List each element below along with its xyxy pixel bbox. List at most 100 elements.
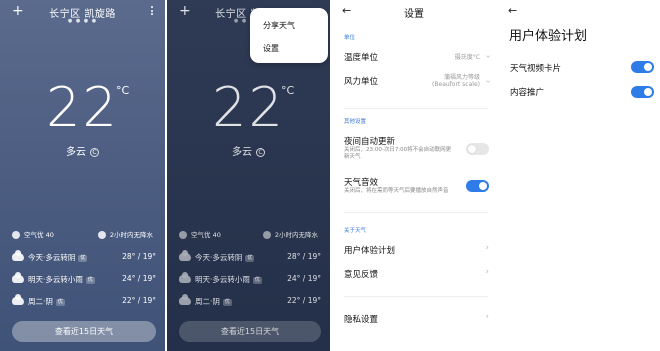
night-update-toggle[interactable] [466,143,489,155]
more-icon[interactable] [151,6,154,17]
wind-unit-value[interactable]: 蒲福风力等级 (Beaufort scale) [432,74,480,88]
night-update-desc: 关闭后，23:00-次日7:00将不会自动联网更新天气 [344,147,452,160]
forecast-day-label: 周二·阴 [195,297,220,306]
forecast-day-label: 明天·多云转小雨 [28,275,83,284]
overflow-menu: 分享天气 设置 [250,8,328,63]
aqi-tag: 优 [222,298,232,306]
content-promo-label: 内容推广 [510,88,545,98]
page-indicator: ● ● ● ● [67,18,98,24]
cloud-rain-icon [12,272,24,283]
current-condition: 多云 C [0,143,165,158]
chevron-updown-icon: › [482,54,493,59]
chevron-right-icon: › [485,312,489,322]
forecast-row[interactable]: 今天·多云转阴优 28° / 19° [12,250,156,266]
feedback-item[interactable]: 意见反馈 [344,268,378,280]
sound-effect-label: 天气音效 [344,178,379,188]
wind-unit-value-line2: (Beaufort scale) [432,81,480,88]
temp-unit-value[interactable]: 摄氏度°C [455,54,480,61]
forecast-temps: 28° / 19° [122,252,156,261]
ux-plan-item[interactable]: 用户体验计划 [344,244,395,256]
forecast-day-label: 周二·阴 [28,297,53,306]
ux-header: ← [498,5,660,19]
temperature-unit: °C [116,84,130,97]
rain-forecast-label[interactable]: 2小时内无降水 [110,231,153,239]
aqi-tag: 优 [252,276,262,284]
condition-badge-icon: C [256,147,265,157]
raindrop-icon [97,231,106,239]
wind-unit-label[interactable]: 风力单位 [344,75,378,87]
cloud-icon [179,294,191,305]
forecast-temps: 22° / 19° [122,296,156,305]
video-card-toggle[interactable] [631,61,654,73]
air-quality-row: 空气优 40 2小时内无降水 [12,229,153,241]
forecast-temps: 22° / 19° [287,296,321,305]
chevron-updown-icon: › [482,79,493,84]
section-other: 其他设置 [344,119,367,125]
forecast-temps: 24° / 19° [122,274,156,283]
leaf-icon [12,231,20,239]
toggle-knob [468,145,476,153]
wind-unit-value-line1: 蒲福风力等级 [443,74,480,81]
rain-forecast-label[interactable]: 2小时内无降水 [275,231,318,239]
leaf-icon [179,231,187,239]
air-quality-label[interactable]: 空气优 40 [191,231,221,239]
cloud-icon [12,250,24,261]
forecast-day-label: 今天·多云转阴 [28,253,76,262]
forecast-day-label: 明天·多云转小雨 [195,275,250,284]
aqi-tag: 优 [245,254,255,262]
menu-item-share[interactable]: 分享天气 [263,20,295,31]
weather-top-bar: + 长宁区 凯旋路 ● ● ● ● [0,4,165,24]
chevron-right-icon: › [485,243,489,253]
aqi-tag: 优 [85,276,95,284]
condition-badge-icon: C [90,147,99,157]
video-card-label: 天气视频卡片 [510,64,562,74]
temp-unit-label[interactable]: 温度单位 [344,51,378,63]
forecast-row[interactable]: 周二·阴优 22° / 19° [179,294,321,310]
condition-label: 多云 [66,147,86,158]
cloud-rain-icon [179,272,191,283]
forecast-row[interactable]: 今天·多云转阴优 28° / 19° [179,250,321,266]
menu-item-settings[interactable]: 设置 [263,43,279,54]
toggle-knob [644,88,652,96]
forecast-row[interactable]: 周二·阴优 22° / 19° [12,294,156,310]
air-quality-label[interactable]: 空气优 40 [24,231,54,239]
current-temperature: 22 [46,76,119,139]
condition-label: 多云 [232,147,252,158]
privacy-item[interactable]: 隐私设置 [344,313,378,325]
sound-effect-desc: 关闭后，将在需而等天气后要播放自然声音 [344,188,449,194]
forecast-15-day-button[interactable]: 查看近15日天气 [179,321,321,342]
toggle-knob [479,182,487,190]
forecast-temps: 28° / 19° [287,252,321,261]
air-quality-row: 空气优 40 2小时内无降水 [179,229,318,241]
back-arrow-icon[interactable]: ← [508,5,517,17]
ux-plan-screen: ← 用户体验计划 天气视频卡片 内容推广 [498,0,660,351]
divider [344,296,488,297]
divider [344,212,488,213]
section-units: 单位 [344,35,356,41]
settings-screen: ← 设置 单位 温度单位 摄氏度°C › 风力单位 蒲福风力等级 (Beaufo… [332,0,496,351]
aqi-tag: 优 [78,254,88,262]
sound-effect-toggle[interactable] [466,180,489,192]
section-about: 关于天气 [344,228,367,234]
night-update-label: 夜间自动更新 [344,137,396,147]
forecast-15-day-button[interactable]: 查看近15日天气 [12,321,156,342]
chevron-right-icon: › [485,267,489,277]
current-temperature: 22 [212,76,285,139]
page-title: 设置 [404,9,424,20]
forecast-row[interactable]: 明天·多云转小雨优 24° / 19° [12,272,156,288]
forecast-temps: 24° / 19° [287,274,321,283]
current-condition: 多云 C [167,143,330,158]
page-title: 用户体验计划 [509,29,588,44]
cloud-icon [12,294,24,305]
raindrop-icon [262,231,271,239]
forecast-day-label: 今天·多云转阴 [195,253,243,262]
settings-header: ← 设置 [332,5,496,21]
divider [344,108,488,109]
toggle-knob [644,63,652,71]
cloud-icon [179,250,191,261]
temperature-unit: °C [281,84,295,97]
weather-screen: + 长宁区 凯旋路 ● ● ● ● 22 °C 多云 C 空气优 40 2小时内无… [0,0,165,351]
forecast-row[interactable]: 明天·多云转小雨优 24° / 19° [179,272,321,288]
aqi-tag: 优 [55,298,65,306]
content-promo-toggle[interactable] [631,86,654,98]
